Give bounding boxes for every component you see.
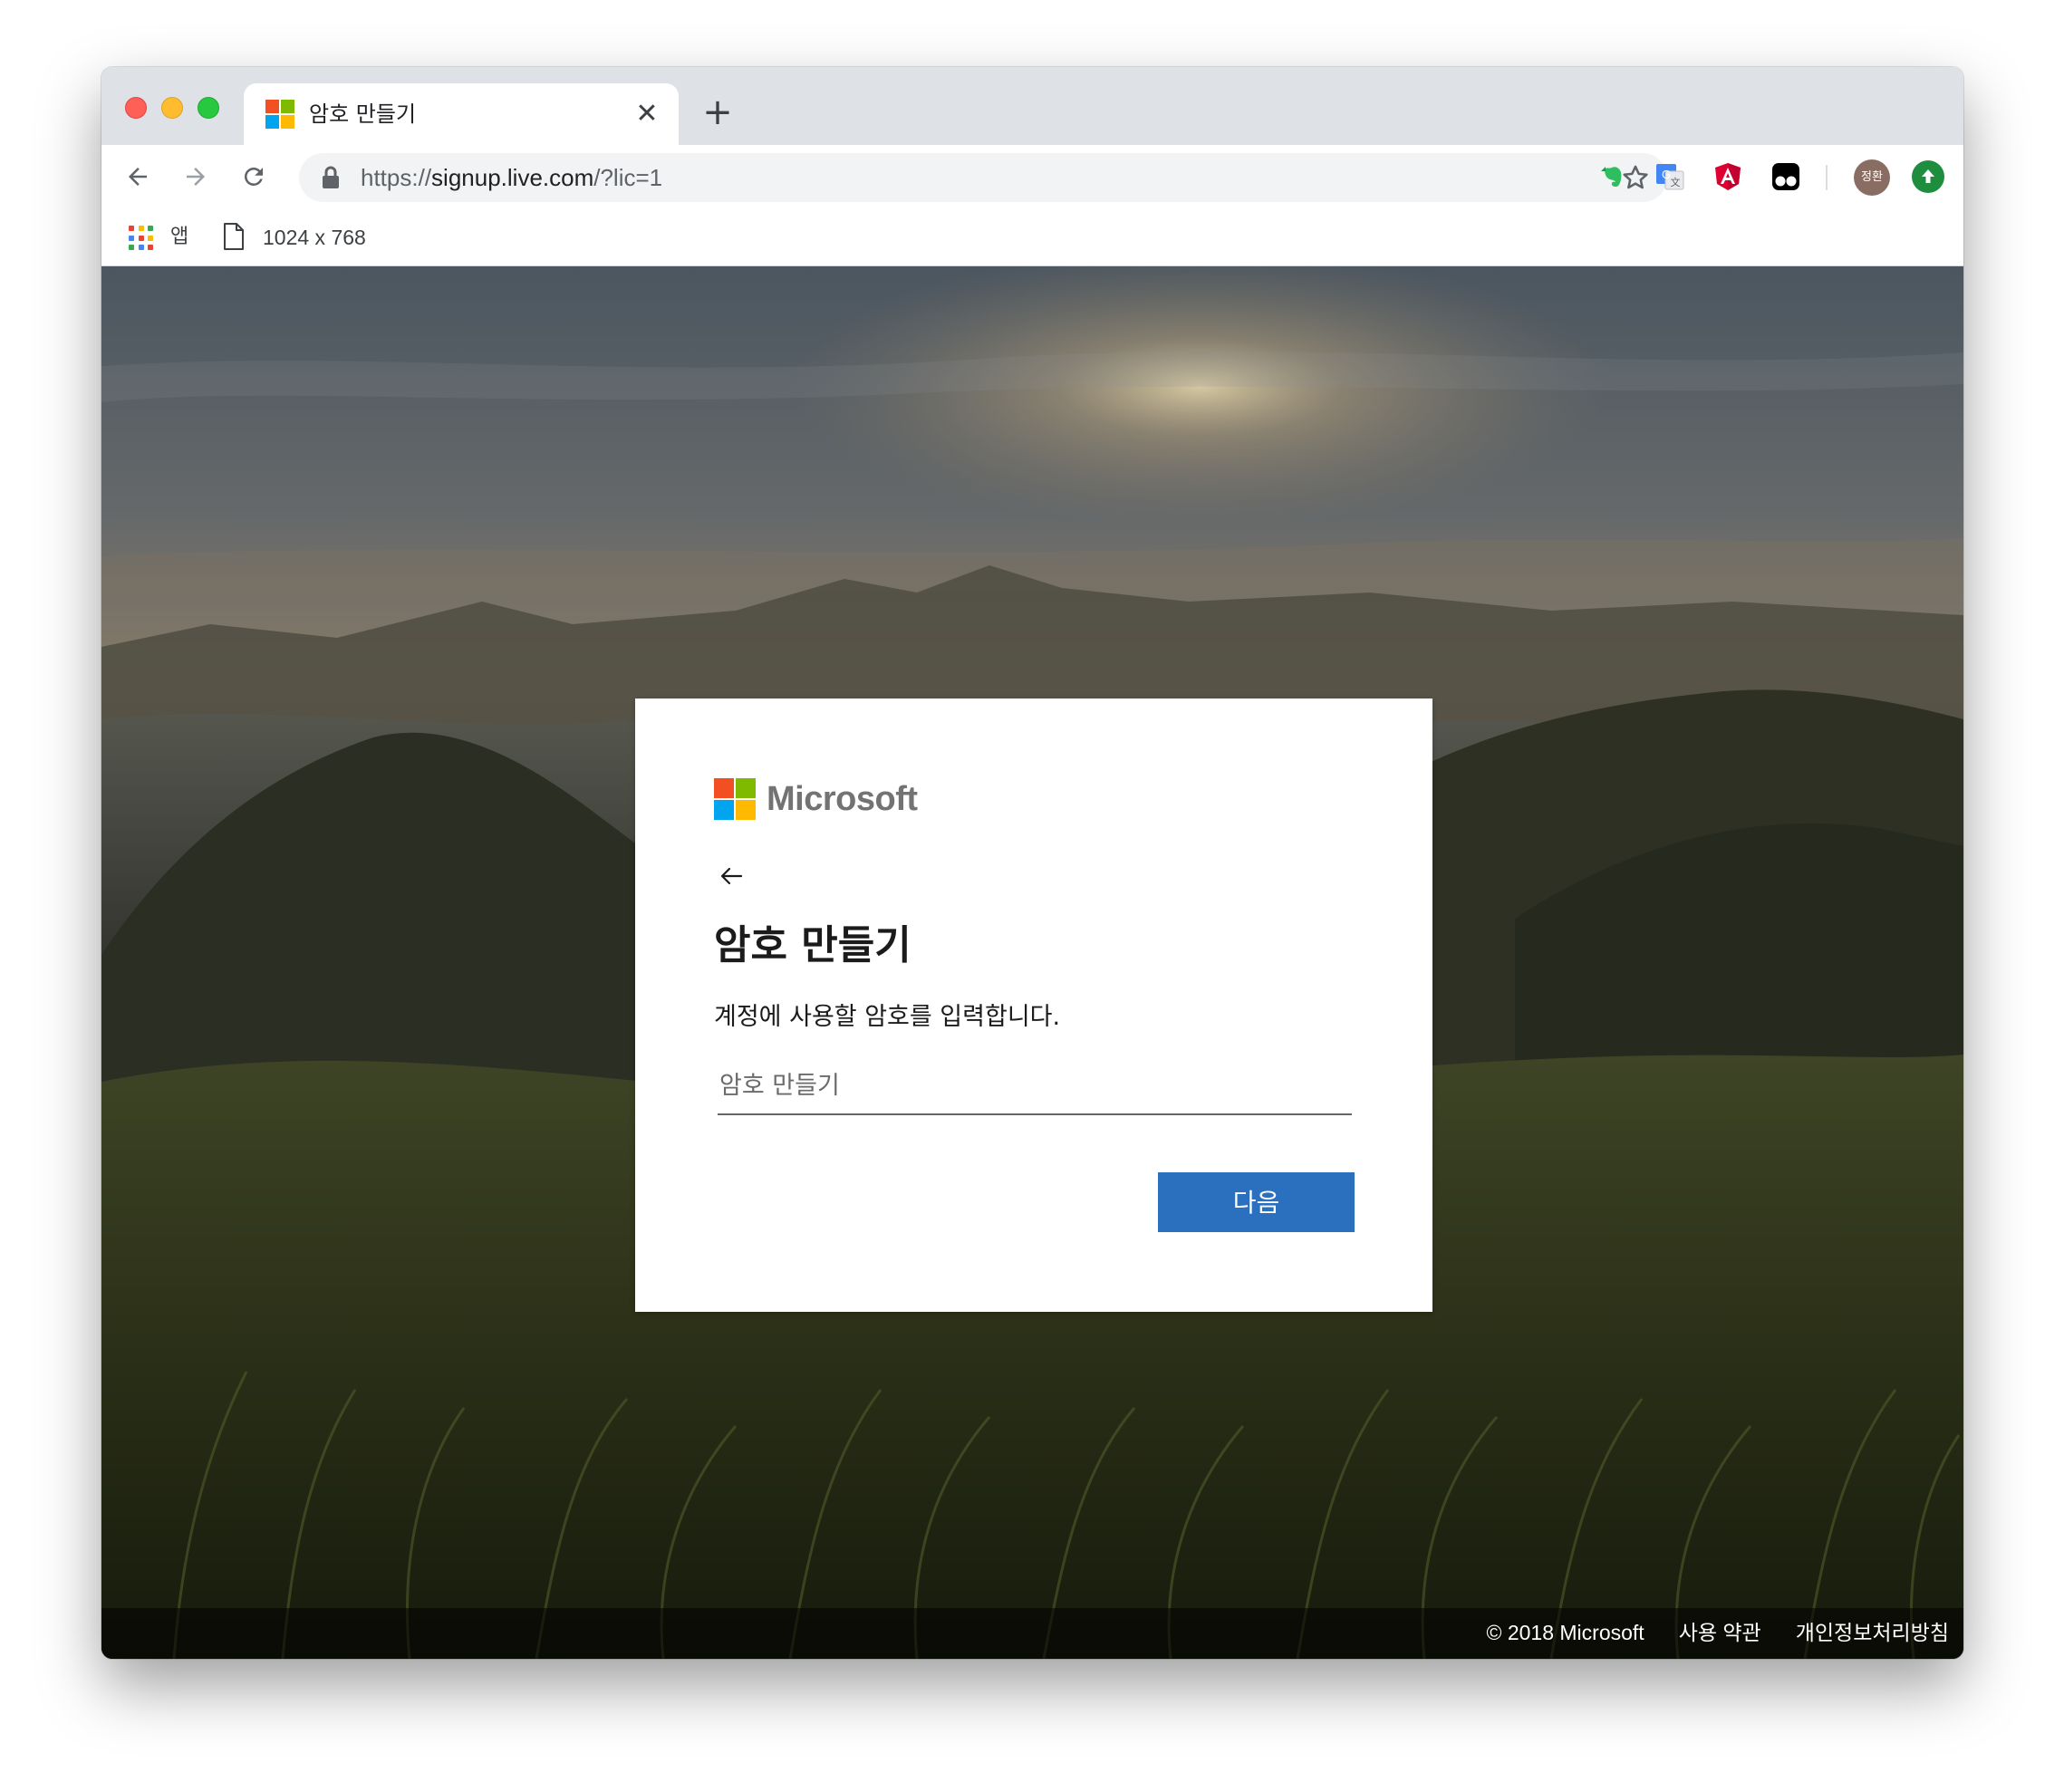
page-icon <box>224 223 244 250</box>
toolbar-separator <box>1826 165 1828 190</box>
apps-shortcut[interactable]: 앱 <box>170 223 188 252</box>
lock-icon <box>323 166 339 188</box>
footer-terms-link[interactable]: 사용 약관 <box>1679 1617 1761 1648</box>
tab-strip: 암호 만들기 ✕ + <box>101 67 1963 145</box>
bookmarks-bar: 앱 1024 x 768 <box>101 208 1963 266</box>
microsoft-logo: Microsoft <box>714 777 918 821</box>
reload-button[interactable] <box>234 157 274 197</box>
close-window-button[interactable] <box>125 97 147 119</box>
url-scheme: https:// <box>361 164 432 191</box>
bookmark-item-resolution[interactable]: 1024 x 768 <box>263 223 366 252</box>
new-tab-button[interactable]: + <box>699 94 736 130</box>
evernote-icon[interactable] <box>1595 159 1629 194</box>
browser-toolbar: https://signup.live.com/?lic=1 G文 정환 <box>101 145 1963 208</box>
url-host: signup.live.com <box>431 164 594 191</box>
create-password-card: Microsoft 암호 만들기 계정에 사용할 암호를 입력합니다. 다음 <box>635 698 1432 1312</box>
back-arrow-icon[interactable] <box>714 858 750 894</box>
page-title: 암호 만들기 <box>714 922 911 968</box>
page-footer: © 2018 Microsoft 사용 약관 개인정보처리방침 <box>101 1608 1963 1659</box>
microsoft-squares-icon <box>714 778 756 820</box>
next-button[interactable]: 다음 <box>1158 1172 1355 1232</box>
minimize-window-button[interactable] <box>161 97 183 119</box>
arrow-right-icon <box>187 168 205 186</box>
footer-privacy-link[interactable]: 개인정보처리방침 <box>1796 1617 1949 1648</box>
microsoft-favicon-icon <box>265 100 294 129</box>
page-content: Microsoft 암호 만들기 계정에 사용할 암호를 입력합니다. 다음 ©… <box>101 266 1963 1659</box>
arrow-left-icon <box>129 168 147 186</box>
update-arrow-icon <box>1922 169 1934 183</box>
tab-title: 암호 만들기 <box>309 101 417 127</box>
apps-grid-icon[interactable] <box>129 226 154 251</box>
footer-links: © 2018 Microsoft 사용 약관 개인정보처리방침 <box>1487 1617 1950 1648</box>
tampermonkey-icon[interactable] <box>1769 159 1803 194</box>
back-button[interactable] <box>118 157 158 197</box>
address-bar[interactable]: https://signup.live.com/?lic=1 <box>299 153 1667 202</box>
svg-text:文: 文 <box>1671 176 1681 188</box>
tab-active[interactable]: 암호 만들기 ✕ <box>244 83 679 145</box>
page-description: 계정에 사용할 암호를 입력합니다. <box>714 1003 1061 1031</box>
browser-window: 암호 만들기 ✕ + https://signup.live.com/?lic=… <box>101 67 1963 1659</box>
microsoft-wordmark: Microsoft <box>767 780 918 818</box>
update-button[interactable] <box>1912 160 1944 193</box>
google-translate-icon[interactable]: G文 <box>1653 159 1687 194</box>
angular-icon[interactable] <box>1711 159 1745 194</box>
url-path: /?lic=1 <box>593 164 663 191</box>
password-input[interactable] <box>718 1057 1352 1115</box>
profile-avatar[interactable]: 정환 <box>1854 159 1890 196</box>
close-tab-icon[interactable]: ✕ <box>632 99 662 130</box>
reload-icon <box>244 168 263 186</box>
footer-copyright: © 2018 Microsoft <box>1486 1621 1644 1644</box>
url-text: https://signup.live.com/?lic=1 <box>361 162 662 193</box>
forward-button[interactable] <box>176 157 216 197</box>
maximize-window-button[interactable] <box>198 97 219 119</box>
